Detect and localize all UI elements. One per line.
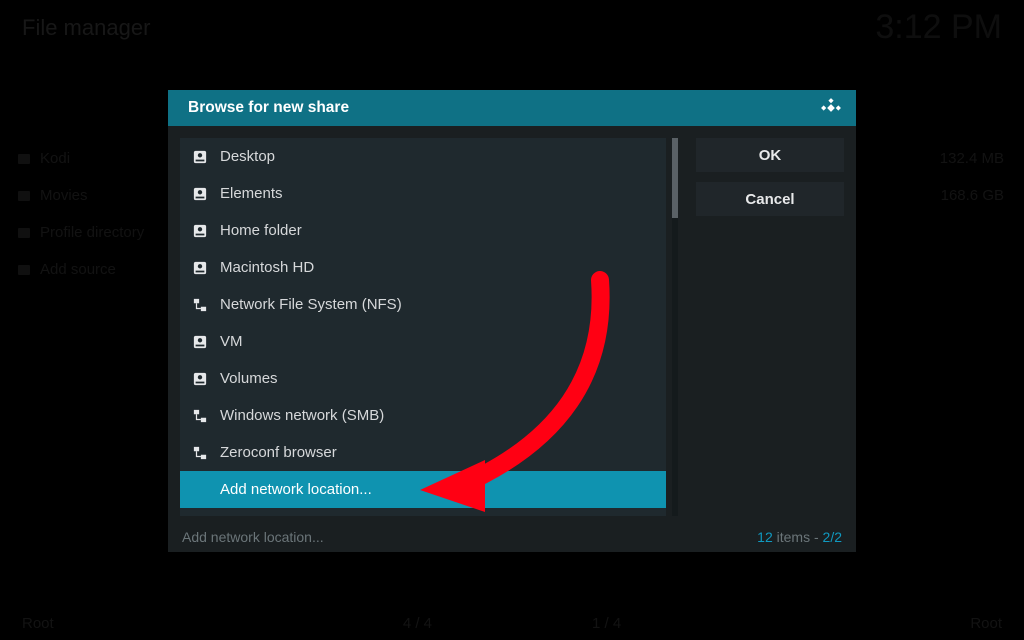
ok-button[interactable]: OK (696, 138, 844, 172)
drive-icon (192, 371, 208, 387)
dialog-footer: Add network location... 12 items - 2/2 (168, 522, 856, 552)
share-list[interactable]: Desktop Elements Home folder Macintosh HD Ne… (180, 138, 666, 516)
drive-icon (192, 186, 208, 202)
drive-icon (192, 334, 208, 350)
list-item[interactable]: Desktop (180, 138, 666, 175)
list-item-label: Macintosh HD (220, 259, 314, 276)
network-icon (192, 445, 208, 461)
list-item-label: Add network location... (220, 481, 372, 498)
drive-icon (192, 260, 208, 276)
list-item-label: VM (220, 333, 243, 350)
list-item-label: Volumes (220, 370, 278, 387)
browse-share-dialog: Browse for new share Desktop Elements Home… (168, 90, 856, 552)
list-item[interactable]: VM (180, 323, 666, 360)
list-item-label: Zeroconf browser (220, 444, 337, 461)
network-icon (192, 408, 208, 424)
list-item-label: Network File System (NFS) (220, 296, 402, 313)
drive-icon (192, 149, 208, 165)
list-item[interactable]: Elements (180, 175, 666, 212)
drive-icon (192, 223, 208, 239)
list-item[interactable]: Home folder (180, 212, 666, 249)
list-item-label: Desktop (220, 148, 275, 165)
list-item[interactable]: Volumes (180, 360, 666, 397)
scrollbar[interactable] (672, 138, 678, 516)
scroll-thumb[interactable] (672, 138, 678, 218)
footer-status: Add network location... (182, 529, 324, 545)
list-item-add-network-location[interactable]: Add network location... (180, 471, 666, 508)
list-item-label: Windows network (SMB) (220, 407, 384, 424)
dialog-header: Browse for new share (168, 90, 856, 126)
list-item[interactable]: Zeroconf browser (180, 434, 666, 471)
cancel-button[interactable]: Cancel (696, 182, 844, 216)
list-item[interactable]: Windows network (SMB) (180, 397, 666, 434)
network-icon (192, 297, 208, 313)
list-item[interactable]: Macintosh HD (180, 249, 666, 286)
list-item-label: Elements (220, 185, 283, 202)
dialog-title: Browse for new share (188, 99, 349, 117)
list-item-label: Home folder (220, 222, 302, 239)
kodi-logo-icon (820, 97, 842, 119)
list-item[interactable]: Network File System (NFS) (180, 286, 666, 323)
footer-count: 12 items - 2/2 (757, 529, 842, 545)
